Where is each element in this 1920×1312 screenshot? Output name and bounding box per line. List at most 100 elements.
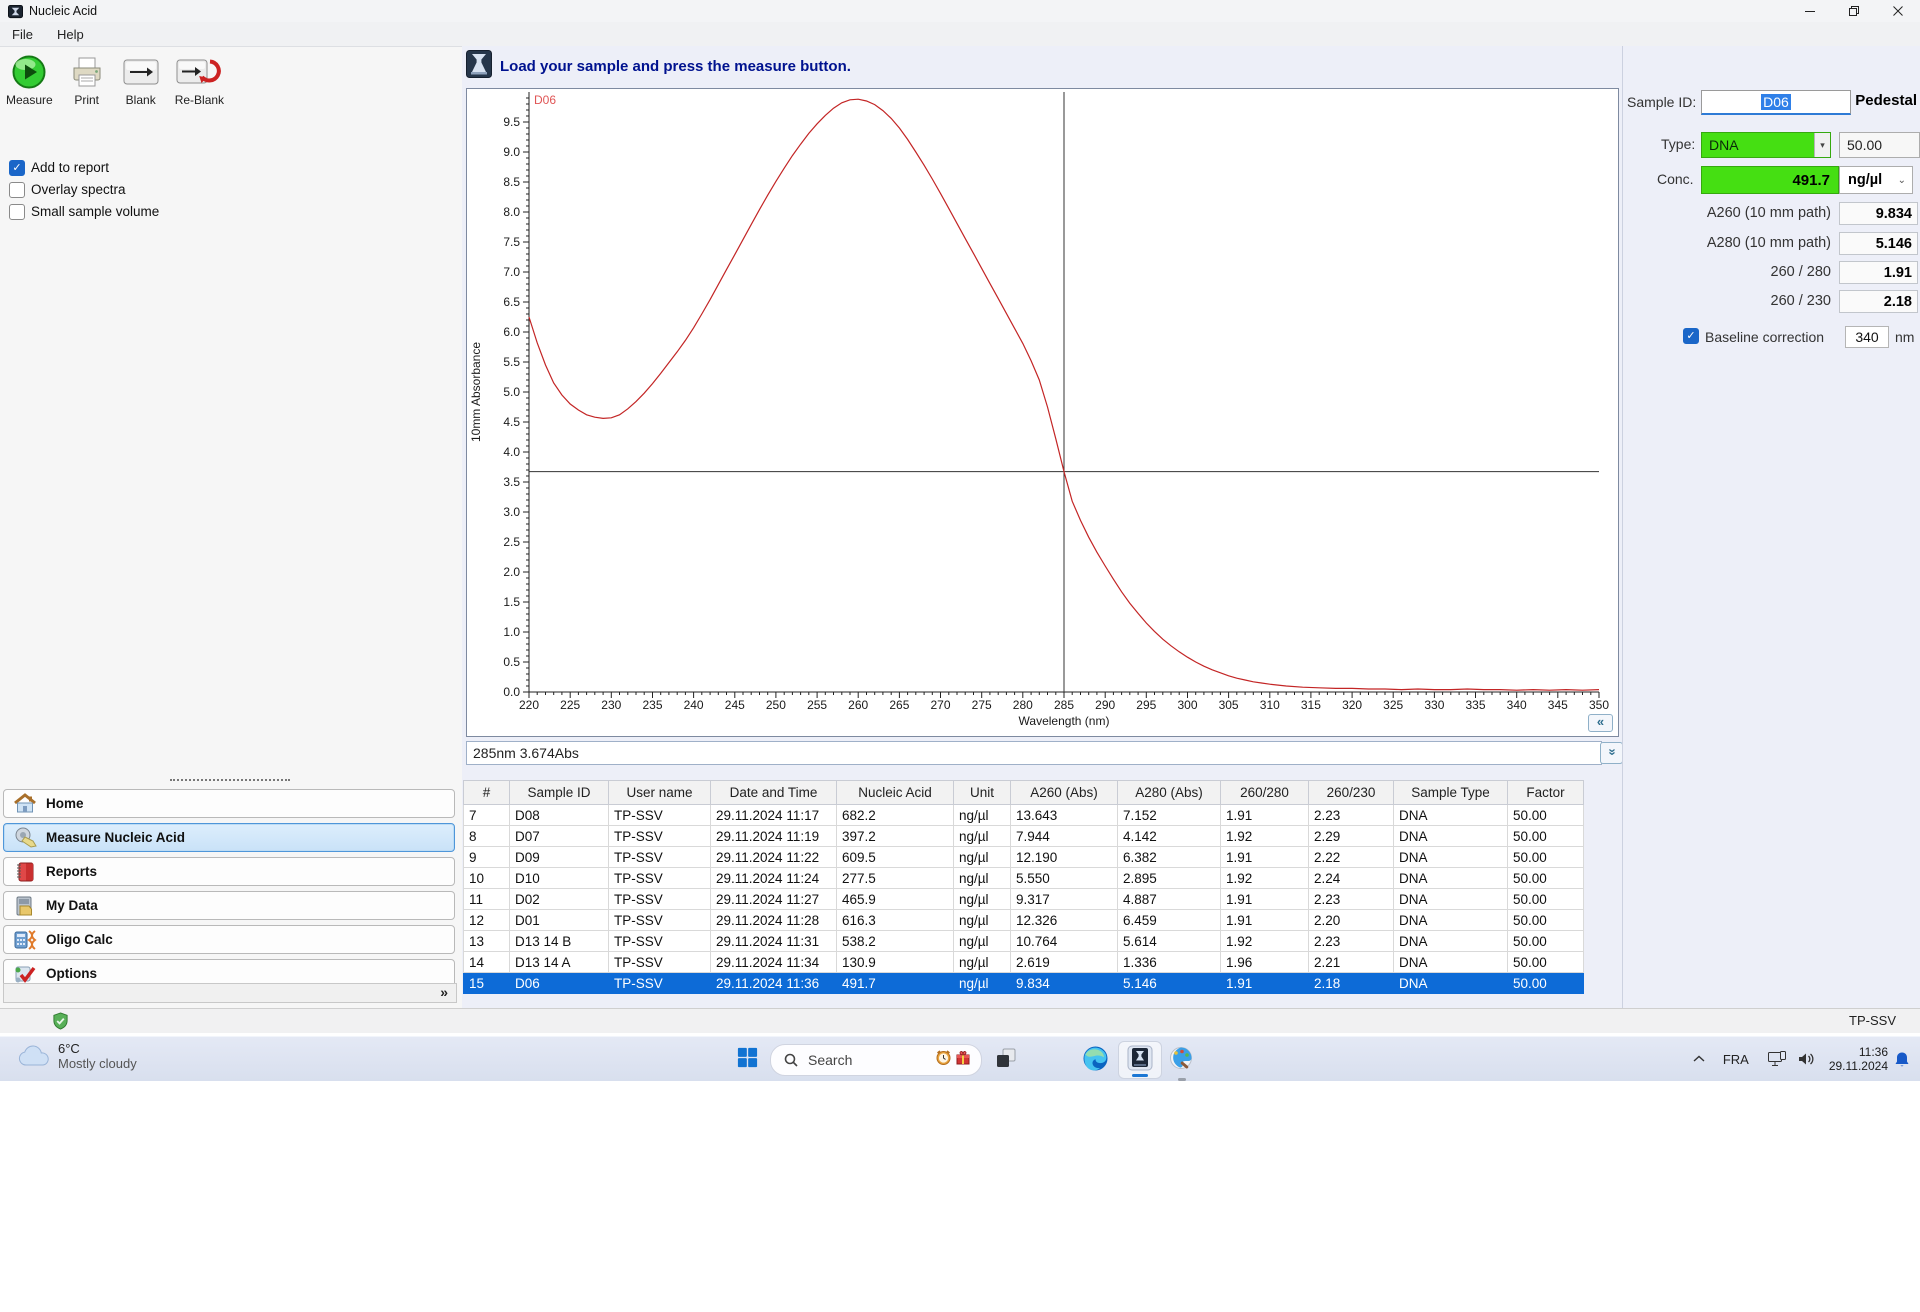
- sidebar-item-home[interactable]: Home: [3, 789, 455, 818]
- paint-button[interactable]: [1168, 1045, 1194, 1071]
- close-button[interactable]: [1876, 0, 1920, 22]
- factor-field[interactable]: 50.00: [1839, 132, 1920, 158]
- type-select[interactable]: DNA ▾: [1701, 132, 1831, 158]
- column-header[interactable]: Sample Type: [1393, 780, 1508, 805]
- cloud-icon: [16, 1041, 50, 1071]
- checkbox-icon[interactable]: [9, 203, 25, 220]
- sidebar-overflow-bar[interactable]: »: [3, 983, 457, 1003]
- volume-icon[interactable]: [1797, 1051, 1815, 1067]
- spectrum-chart[interactable]: 220 225 230 235 240 245 250 255 260 265 270 275 280 2…: [466, 88, 1619, 737]
- edge-button[interactable]: [1082, 1045, 1109, 1072]
- table-cell: 50.00: [1507, 888, 1584, 910]
- checkbox-overlay-spectra[interactable]: Overlay spectra: [9, 179, 159, 200]
- measure-button[interactable]: Measure: [6, 53, 53, 107]
- spectrum-plot[interactable]: 220 225 230 235 240 245 250 255 260 265 270 275 280 2…: [467, 89, 1618, 739]
- table-cell: D02: [509, 888, 609, 910]
- svg-text:9.0: 9.0: [503, 145, 520, 159]
- expand-down-button[interactable]: «: [1600, 742, 1623, 764]
- column-header[interactable]: Sample ID: [509, 780, 609, 805]
- column-header[interactable]: 260/230: [1308, 780, 1394, 805]
- sidebar-item-reports[interactable]: Reports: [3, 857, 455, 886]
- blank-button[interactable]: Blank: [121, 53, 161, 107]
- sample-id-input[interactable]: D06: [1701, 90, 1851, 115]
- table-row[interactable]: 10 D10 TP-SSV 29.11.2024 11:24 277.5 ng/µl 5.5…: [463, 867, 1584, 889]
- sidebar-item-measure-nucleic-acid[interactable]: Measure Nucleic Acid: [3, 823, 455, 852]
- table-row[interactable]: 7 D08 TP-SSV 29.11.2024 11:17 682.2 ng/µl 13.6…: [463, 804, 1584, 826]
- checkbox-small-sample-volume[interactable]: Small sample volume: [9, 201, 159, 222]
- svg-text:330: 330: [1424, 698, 1444, 712]
- language-indicator[interactable]: FRA: [1723, 1052, 1749, 1067]
- checkbox-icon[interactable]: ✓: [9, 159, 25, 176]
- column-header[interactable]: #: [463, 780, 510, 805]
- network-icon[interactable]: [1767, 1051, 1787, 1067]
- weather-widget[interactable]: 6°C Mostly cloudy: [16, 1041, 137, 1071]
- collapse-panel-button[interactable]: «: [1588, 714, 1613, 732]
- baseline-value: 340: [1855, 329, 1879, 345]
- column-header[interactable]: 260/280: [1220, 780, 1309, 805]
- column-header[interactable]: Nucleic Acid: [836, 780, 954, 805]
- table-row[interactable]: 9 D09 TP-SSV 29.11.2024 11:22 609.5 ng/µl 12.1…: [463, 846, 1584, 868]
- menu-help[interactable]: Help: [45, 27, 96, 42]
- sidebar-item-my-data[interactable]: My Data: [3, 891, 455, 920]
- table-row[interactable]: 15 D06 TP-SSV 29.11.2024 11:36 491.7 ng/µl 9.8…: [463, 972, 1584, 994]
- column-header[interactable]: Unit: [953, 780, 1011, 805]
- table-row[interactable]: 13 D13 14 B TP-SSV 29.11.2024 11:31 538.2 ng/…: [463, 930, 1584, 952]
- tray-chevron-up-icon[interactable]: [1693, 1055, 1705, 1063]
- reports-icon: [4, 860, 46, 884]
- bell-icon[interactable]: [1894, 1051, 1910, 1068]
- column-header[interactable]: A280 (Abs): [1117, 780, 1221, 805]
- print-button[interactable]: Print: [67, 53, 107, 107]
- reblank-button[interactable]: Re-Blank: [175, 53, 224, 107]
- svg-text:250: 250: [766, 698, 786, 712]
- column-header[interactable]: Date and Time: [710, 780, 837, 805]
- splitter-handle[interactable]: [170, 779, 290, 781]
- checkbox-label: Add to report: [31, 160, 110, 175]
- start-button[interactable]: [736, 1046, 759, 1069]
- nucleic-acid-app-button[interactable]: [1118, 1041, 1162, 1079]
- chevron-down-icon[interactable]: ⌄: [1898, 175, 1912, 186]
- search-box[interactable]: Search: [770, 1044, 982, 1076]
- svg-text:300: 300: [1177, 698, 1197, 712]
- menu-file[interactable]: File: [0, 27, 45, 42]
- type-label: Type:: [1661, 136, 1696, 152]
- alarm-icon[interactable]: [935, 1049, 952, 1071]
- table-row[interactable]: 12 D01 TP-SSV 29.11.2024 11:28 616.3 ng/µl 12.…: [463, 909, 1584, 931]
- table-cell: TP-SSV: [608, 930, 711, 952]
- status-message: Load your sample and press the measure b…: [500, 58, 851, 75]
- column-header[interactable]: User name: [608, 780, 711, 805]
- table-row[interactable]: 8 D07 TP-SSV 29.11.2024 11:19 397.2 ng/µl 7.94…: [463, 825, 1584, 847]
- restore-button[interactable]: [1832, 0, 1876, 22]
- table-cell: 10.764: [1010, 930, 1118, 952]
- baseline-label: Baseline correction: [1705, 329, 1825, 345]
- baseline-checkbox[interactable]: ✓: [1683, 328, 1699, 344]
- baseline-wavelength-field[interactable]: 340: [1845, 326, 1889, 348]
- chevron-down-icon[interactable]: ▾: [1814, 133, 1830, 157]
- table-cell: 50.00: [1507, 867, 1584, 889]
- checkbox-icon[interactable]: [9, 181, 25, 198]
- measure-nucleic-acid-icon: [4, 826, 46, 850]
- column-header[interactable]: A260 (Abs): [1010, 780, 1118, 805]
- menu-bar: File Help: [0, 22, 1920, 47]
- svg-text:245: 245: [725, 698, 745, 712]
- gift-icon[interactable]: [955, 1049, 971, 1071]
- svg-text:9.5: 9.5: [503, 115, 520, 129]
- results-table[interactable]: # Sample ID User name Date and Time Nucleic …: [463, 780, 1584, 994]
- clock[interactable]: 11:36 29.11.2024: [1829, 1045, 1888, 1073]
- column-header[interactable]: Factor: [1507, 780, 1584, 805]
- table-cell: 7.152: [1117, 804, 1221, 826]
- unit-select[interactable]: ng/µl ⌄: [1839, 166, 1913, 194]
- task-view-button[interactable]: [994, 1046, 1018, 1070]
- sidebar-item-oligo-calc[interactable]: Oligo Calc: [3, 925, 455, 954]
- table-cell: 4.142: [1117, 825, 1221, 847]
- table-cell: TP-SSV: [608, 867, 711, 889]
- chevron-right-icon[interactable]: »: [440, 984, 448, 1000]
- baseline-unit: nm: [1895, 329, 1915, 345]
- table-row[interactable]: 14 D13 14 A TP-SSV 29.11.2024 11:34 130.9 ng/…: [463, 951, 1584, 973]
- sidebar-item-label: Oligo Calc: [46, 932, 113, 947]
- table-cell: 50.00: [1507, 930, 1584, 952]
- svg-text:280: 280: [1013, 698, 1033, 712]
- checkbox-add-to-report[interactable]: ✓ Add to report: [9, 157, 159, 178]
- minimize-button[interactable]: [1788, 0, 1832, 22]
- table-row[interactable]: 11 D02 TP-SSV 29.11.2024 11:27 465.9 ng/µl 9.3…: [463, 888, 1584, 910]
- table-cell: 29.11.2024 11:17: [710, 804, 837, 826]
